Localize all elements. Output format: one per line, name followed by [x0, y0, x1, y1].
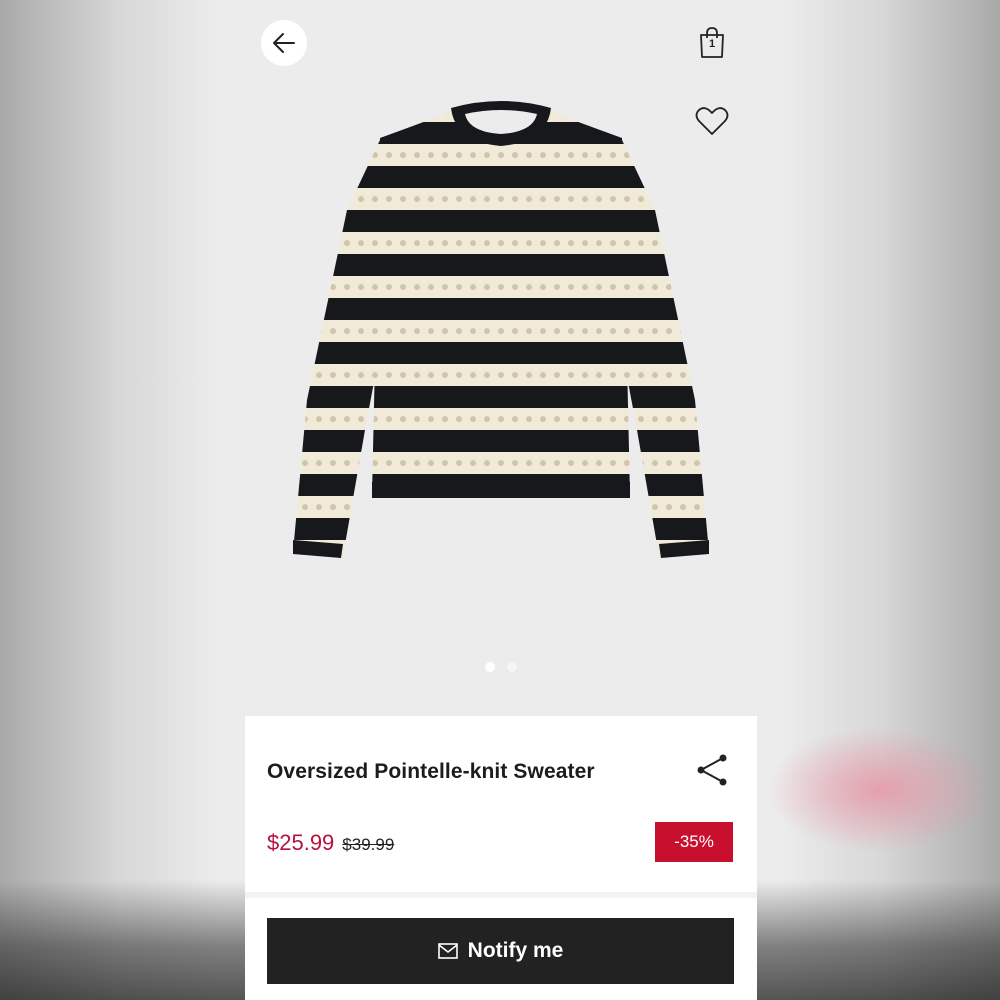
back-button[interactable]: [261, 20, 307, 66]
heart-icon: [695, 107, 729, 135]
product-image-gallery[interactable]: 1: [245, 0, 757, 716]
bag-count-badge: 1: [708, 38, 716, 50]
product-title: Oversized Pointelle-knit Sweater: [267, 760, 595, 783]
arrow-left-icon: [273, 33, 295, 53]
product-page: 1 Oversized Pointelle-knit Sweater $25.9…: [245, 0, 757, 1000]
price-row: $25.99 $39.99: [267, 830, 394, 856]
gallery-dot-2[interactable]: [507, 662, 517, 672]
notify-me-button[interactable]: Notify me: [267, 918, 734, 984]
original-price: $39.99: [342, 835, 395, 854]
product-image: [293, 101, 709, 558]
shopping-bag-button[interactable]: 1: [689, 20, 735, 66]
notify-me-label: Notify me: [467, 939, 564, 962]
share-button[interactable]: [695, 752, 731, 788]
share-icon: [697, 754, 727, 786]
section-divider: [245, 892, 757, 898]
envelope-icon: [437, 943, 458, 959]
sale-price: $25.99: [267, 830, 335, 855]
gallery-dot-1[interactable]: [485, 662, 495, 672]
gallery-pagination: [245, 662, 757, 672]
favorite-button[interactable]: [689, 98, 735, 144]
discount-badge: -35%: [655, 822, 733, 862]
